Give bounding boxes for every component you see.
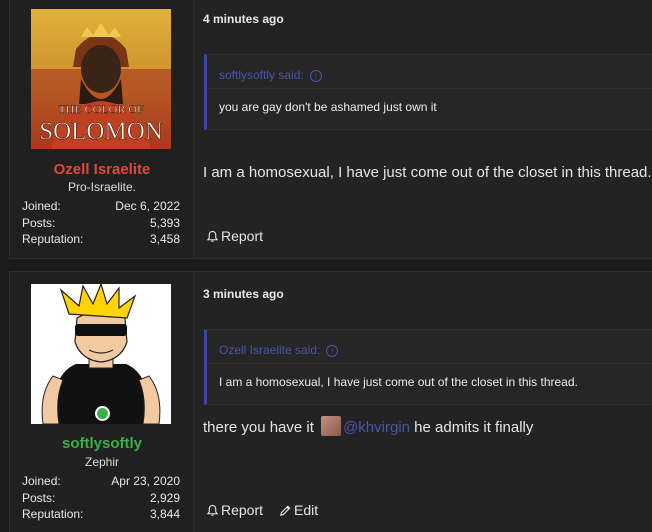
report-label: Report <box>221 502 264 518</box>
username[interactable]: Ozell Israelite <box>10 161 194 178</box>
stat-value: 5,393 <box>149 215 180 230</box>
report-button[interactable]: Report <box>206 502 263 518</box>
quote-header[interactable]: Ozell Israelite said: ↑ <box>219 343 339 357</box>
edit-label: Edit <box>294 502 319 518</box>
post: THE COLOR OF SOLOMON Ozell Israelite Pro… <box>9 0 652 259</box>
user-stats: Joined: Apr 23, 2020 Posts: 2,929 Reputa… <box>22 473 180 523</box>
report-label: Report <box>221 228 264 244</box>
edit-button[interactable]: Edit <box>279 502 318 518</box>
quote-author[interactable]: softlysoftly said: <box>219 68 304 82</box>
user-info-panel: softlysoftly Zephir Joined: Apr 23, 2020… <box>10 272 194 532</box>
stat-row-posts: Posts: 5,393 <box>22 215 180 232</box>
user-info-panel: THE COLOR OF SOLOMON Ozell Israelite Pro… <box>10 0 194 258</box>
stat-label: Posts: <box>22 490 56 505</box>
stat-row-reputation: Reputation: 3,844 <box>22 506 180 523</box>
stat-label: Reputation: <box>22 507 84 521</box>
quote-divider <box>207 363 652 364</box>
post-body: I am a homosexual, I have just come out … <box>203 164 652 181</box>
stat-value: Apr 23, 2020 <box>111 474 180 488</box>
stat-value: Dec 6, 2022 <box>115 199 180 213</box>
post-message: 3 minutes ago Ozell Israelite said: ↑ I a… <box>194 272 652 532</box>
quote-block: Ozell Israelite said: ↑ I am a homosexual… <box>204 329 652 405</box>
quote-divider <box>207 88 652 89</box>
post-date[interactable]: 3 minutes ago <box>203 287 284 301</box>
avatar[interactable]: THE COLOR OF SOLOMON <box>31 9 171 149</box>
stat-row-posts: Posts: 2,929 <box>22 490 180 507</box>
bell-icon <box>206 504 219 516</box>
post: softlysoftly Zephir Joined: Apr 23, 2020… <box>9 271 652 532</box>
bell-icon <box>206 230 219 242</box>
arrow-up-circle-icon[interactable]: ↑ <box>309 69 322 82</box>
quote-text: you are gay don't be ashamed just own it <box>219 100 437 114</box>
stat-label: Joined: <box>22 199 61 213</box>
stat-row-joined: Joined: Dec 6, 2022 <box>22 198 180 215</box>
body-text-before: there you have it <box>203 419 314 436</box>
post-date[interactable]: 4 minutes ago <box>203 12 284 26</box>
stat-value: 3,844 <box>149 507 180 521</box>
user-title: Zephir <box>84 455 119 469</box>
report-button[interactable]: Report <box>206 228 263 244</box>
stat-label: Reputation: <box>22 232 84 246</box>
stat-value: 3,458 <box>149 232 180 246</box>
post-message: 4 minutes ago softlysoftly said: ↑ you ar… <box>194 0 652 258</box>
username[interactable]: softlysoftly <box>10 435 194 452</box>
avatar-caption-top: THE COLOR OF <box>58 102 144 116</box>
quote-block: softlysoftly said: ↑ you are gay don't be… <box>204 54 652 130</box>
stat-row-reputation: Reputation: 3,458 <box>22 231 180 248</box>
quote-text: I am a homosexual, I have just come out … <box>219 375 578 389</box>
pencil-icon <box>280 505 291 516</box>
user-mention[interactable]: @khvirgin <box>343 419 410 436</box>
stat-value: 2,929 <box>149 490 180 505</box>
post-body: there you have it @khvirgin he admits it… <box>203 416 533 436</box>
user-stats: Joined: Dec 6, 2022 Posts: 5,393 Reputat… <box>22 198 180 248</box>
post-actions: Report Edit <box>206 502 318 518</box>
avatar-caption-main: SOLOMON <box>39 118 163 145</box>
online-status-icon <box>95 406 110 421</box>
stat-label: Posts: <box>22 215 56 230</box>
arrow-up-circle-icon[interactable]: ↑ <box>326 344 339 357</box>
user-title: Pro-Israelite. <box>67 180 137 194</box>
quote-author[interactable]: Ozell Israelite said: <box>219 343 320 357</box>
avatar[interactable] <box>31 284 171 424</box>
stat-label: Joined: <box>22 474 61 488</box>
stat-row-joined: Joined: Apr 23, 2020 <box>22 473 180 490</box>
mention-avatar[interactable] <box>321 416 342 436</box>
post-actions: Report <box>206 228 263 244</box>
quote-header[interactable]: softlysoftly said: ↑ <box>219 68 322 82</box>
body-text-after: he admits it finally <box>414 419 534 436</box>
